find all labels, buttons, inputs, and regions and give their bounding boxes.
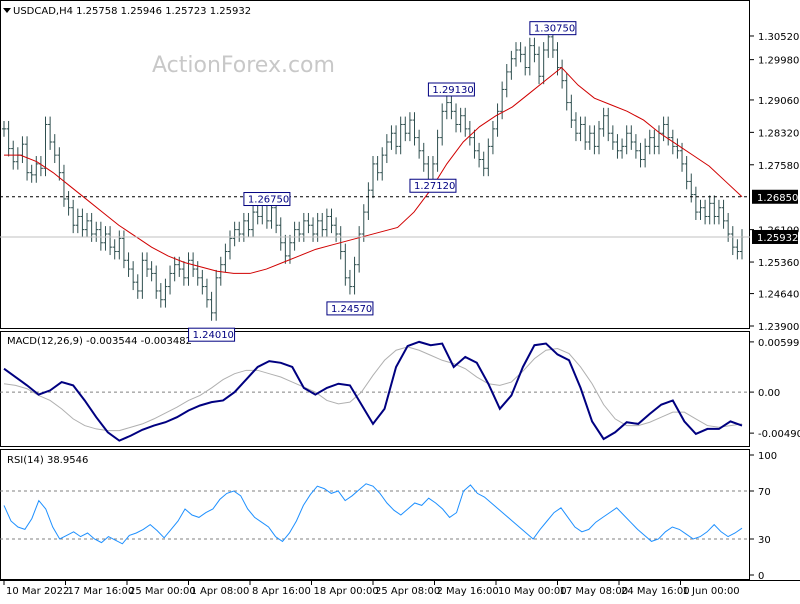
swing-label: 1.27120 <box>414 181 455 192</box>
swing-label: 1.26750 <box>248 195 289 206</box>
macd-header: MACD(12,26,9) -0.003544 -0.003482 <box>7 336 192 347</box>
time-tick-label: 1 Apr 08:00 <box>191 586 250 597</box>
price-tick-label: 1.30520 <box>758 32 799 43</box>
price-tick-label: 1.25360 <box>758 258 799 269</box>
rsi-layer <box>0 483 750 545</box>
price-tick-label: 1.28320 <box>758 128 799 139</box>
chart-svg: USDCAD,H4 1.25758 1.25946 1.25723 1.2593… <box>0 0 800 597</box>
swing-label: 1.30750 <box>534 24 575 35</box>
macd-tick-label: 0.00 <box>758 388 780 399</box>
time-tick-label: 1 Jun 00:00 <box>683 586 740 597</box>
time-tick-label: 10 May 00:00 <box>498 586 567 597</box>
swing-label: 1.24570 <box>331 304 372 315</box>
price-tick-label: 1.24640 <box>758 290 799 301</box>
rsi-tick-label: 70 <box>758 487 771 498</box>
time-tick-label: 17 Mar 16:00 <box>68 586 135 597</box>
macd-layer <box>0 340 750 442</box>
swing-label: 1.24010 <box>193 330 234 341</box>
time-tick-label: 8 Apr 16:00 <box>252 586 311 597</box>
level-label: 1.26850 <box>757 193 798 204</box>
axis-layer: 1.30520 1.29980 1.29060 1.28320 1.27580 1.261… <box>3 32 800 597</box>
swing-label: 1.29130 <box>432 85 473 96</box>
dropdown-arrow-icon[interactable] <box>3 8 11 13</box>
rsi-tick-label: 100 <box>758 451 777 462</box>
rsi-tick-label: 30 <box>758 535 771 546</box>
rsi-header: RSI(14) 38.9546 <box>7 455 88 466</box>
time-tick-label: 24 May 16:00 <box>621 586 690 597</box>
time-tick-label: 25 Apr 08:00 <box>375 586 440 597</box>
rsi-tick-label: 0 <box>758 571 764 582</box>
macd-tick-label: -0.004901 <box>758 429 800 440</box>
price-tick-label: 1.27580 <box>758 161 799 172</box>
price-tick-label: 1.29060 <box>758 96 799 107</box>
time-tick-label: 10 Mar 2022 <box>6 586 69 597</box>
price-tick-label: 1.23900 <box>758 322 799 333</box>
price-header: USDCAD,H4 1.25758 1.25946 1.25723 1.2593… <box>13 6 251 17</box>
time-tick-label: 18 Apr 00:00 <box>314 586 379 597</box>
rsi-panel-frame <box>0 449 750 580</box>
chart: USDCAD,H4 1.25758 1.25946 1.25723 1.2593… <box>0 0 800 600</box>
time-tick-label: 17 May 08:00 <box>560 586 629 597</box>
macd-signal-line <box>3 346 743 432</box>
macd-tick-label: 0.005996 <box>758 338 800 349</box>
time-tick-label: 25 Mar 00:00 <box>129 586 196 597</box>
macd-panel-frame <box>0 331 750 447</box>
price-tick-label: 1.29980 <box>758 56 799 67</box>
price-layer: 1.268501.259321.267501.240101.245701.291… <box>0 21 798 342</box>
price-panel-frame <box>0 0 750 329</box>
rsi-line <box>3 483 743 545</box>
watermark: ActionForex.com <box>152 53 335 78</box>
time-tick-label: 2 May 16:00 <box>437 586 499 597</box>
price-tick-label: 1.26100 <box>758 226 799 237</box>
